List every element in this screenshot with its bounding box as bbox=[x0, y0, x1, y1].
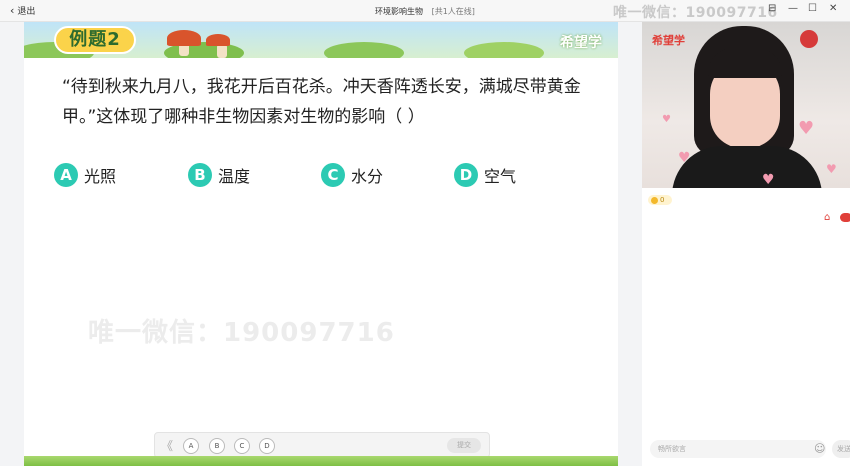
heart-icon: ♥ bbox=[826, 162, 837, 176]
mushroom-icon bbox=[206, 34, 230, 46]
watermark-center: 唯一微信：190097716 bbox=[88, 318, 395, 348]
lesson-slide: 例题2 希望学 “待到秋来九月八，我花开后百花杀。冲天香阵透长安，满城尽带黄金甲… bbox=[24, 22, 618, 466]
maximize-icon[interactable]: ☐ bbox=[808, 3, 817, 14]
banner-grass bbox=[324, 42, 404, 58]
minimize-icon[interactable]: — bbox=[788, 3, 798, 14]
question-text: “待到秋来九月八，我花开后百花杀。冲天香阵透长安，满城尽带黄金甲。”这体现了哪种… bbox=[62, 77, 581, 127]
example-tag-label: 例题2 bbox=[69, 29, 121, 50]
answer-option-a[interactable]: A bbox=[183, 438, 199, 454]
close-icon[interactable]: ✕ bbox=[829, 3, 837, 14]
teacher-bangs bbox=[708, 48, 782, 78]
option-letter: D bbox=[454, 163, 478, 187]
example-tag: 例题2 bbox=[54, 26, 136, 54]
option-d[interactable]: D 空气 bbox=[454, 163, 516, 187]
emoji-icon[interactable]: ☺ bbox=[814, 442, 825, 455]
option-letter: A bbox=[54, 163, 78, 187]
answer-option-c[interactable]: C bbox=[234, 438, 250, 454]
coin-count: 0 bbox=[660, 196, 665, 204]
answer-toolbar: 《 A B C D 提交 bbox=[154, 432, 490, 458]
answer-option-b[interactable]: B bbox=[209, 438, 225, 454]
heart-icon: ♥ bbox=[798, 118, 815, 139]
option-letter: C bbox=[321, 163, 345, 187]
lesson-title: 环境影响生物 bbox=[375, 7, 424, 16]
home-icon[interactable]: ⌂ bbox=[824, 212, 830, 223]
option-text: 光照 bbox=[84, 167, 117, 186]
online-count: [共1人在线] bbox=[431, 7, 475, 16]
heart-icon: ♥ bbox=[678, 150, 691, 166]
video-brand-logo: 希望学 bbox=[652, 34, 685, 47]
send-button[interactable]: 发送 bbox=[832, 440, 850, 458]
option-c[interactable]: C 水分 bbox=[321, 163, 383, 187]
watermark-top: 唯一微信：190097716 bbox=[613, 5, 778, 21]
option-text: 空气 bbox=[484, 167, 517, 186]
pin-icon[interactable]: ⊟ bbox=[768, 3, 776, 14]
answer-option-d[interactable]: D bbox=[259, 438, 275, 454]
option-text: 温度 bbox=[218, 167, 251, 186]
mushroom-icon bbox=[167, 30, 201, 46]
option-text: 水分 bbox=[351, 167, 384, 186]
heart-icon: ♥ bbox=[662, 114, 671, 125]
video-record-indicator bbox=[800, 30, 818, 48]
collapse-icon[interactable]: 《 bbox=[161, 437, 173, 454]
slide-ground bbox=[24, 456, 618, 466]
mushroom-stem bbox=[217, 44, 227, 58]
teacher-body bbox=[672, 146, 822, 188]
slide-banner: 例题2 希望学 bbox=[24, 22, 618, 58]
coin-counter: 0 bbox=[648, 195, 672, 205]
submit-button[interactable]: 提交 bbox=[447, 438, 481, 453]
banner-grass bbox=[464, 42, 544, 58]
chat-input[interactable]: 畅所欲言 bbox=[650, 440, 826, 458]
chat-sidebar: 0 ⌂ 畅所欲言 ☺ 发送 bbox=[642, 188, 850, 466]
chat-toggle[interactable] bbox=[840, 213, 850, 222]
coin-icon bbox=[651, 196, 658, 204]
teacher-video: 希望学 ♥ ♥ ♥ ♥ ♥ bbox=[642, 22, 850, 188]
option-letter: B bbox=[188, 163, 212, 187]
heart-icon: ♥ bbox=[762, 172, 775, 188]
option-a[interactable]: A 光照 bbox=[54, 163, 116, 187]
title-bar: ‹ 退出 环境影响生物 [共1人在线] 唯一微信：190097716 ⊟ — ☐… bbox=[0, 0, 850, 22]
option-b[interactable]: B 温度 bbox=[188, 163, 250, 187]
brand-logo: 希望学 bbox=[560, 35, 602, 51]
